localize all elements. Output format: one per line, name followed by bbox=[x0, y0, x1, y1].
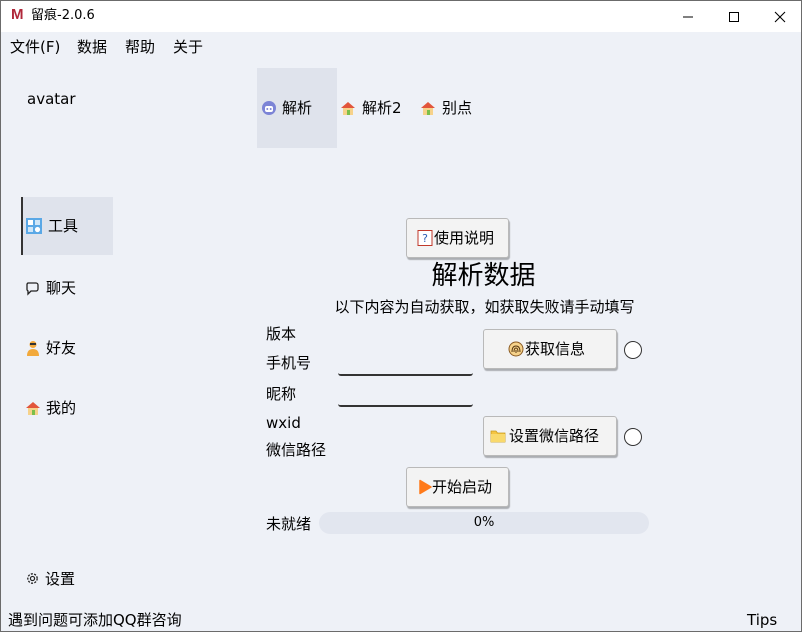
chat-icon bbox=[26, 282, 39, 296]
app-logo-icon: M bbox=[11, 6, 24, 23]
app-window: M 留痕-2.0.6 文件(F) 数据 帮助 关于 avatar 工具 聊天 好… bbox=[0, 0, 802, 632]
robot-icon bbox=[262, 101, 276, 115]
friend-icon bbox=[27, 341, 39, 356]
sidebar-item-label: 聊天 bbox=[46, 279, 77, 297]
sidebar-item-label: 我的 bbox=[46, 399, 77, 417]
get-info-label: 获取信息 bbox=[525, 340, 586, 358]
sidebar-item-tools[interactable]: 工具 bbox=[21, 197, 113, 255]
tab-label: 解析 bbox=[282, 99, 313, 117]
path-status-radio[interactable] bbox=[624, 428, 642, 446]
set-path-label: 设置微信路径 bbox=[509, 427, 600, 445]
tab-dont-click[interactable]: 别点 bbox=[419, 68, 479, 148]
sidebar-item-label: 好友 bbox=[46, 339, 77, 357]
menu-file[interactable]: 文件(F) bbox=[10, 37, 60, 57]
phone-field[interactable] bbox=[338, 356, 473, 376]
tab-parse2[interactable]: 解析2 bbox=[339, 68, 411, 148]
tab-parse[interactable]: 解析 bbox=[257, 68, 337, 148]
status-label: 未就绪 bbox=[266, 515, 312, 533]
help-button[interactable]: ? 使用说明 bbox=[406, 218, 509, 258]
info-status-radio[interactable] bbox=[624, 341, 642, 359]
folder-icon bbox=[490, 430, 506, 443]
menu-bar: 文件(F) 数据 帮助 关于 bbox=[1, 32, 801, 60]
footer-hint: 遇到问题可添加QQ群咨询 bbox=[8, 611, 182, 629]
sidebar-item-chat[interactable]: 聊天 bbox=[21, 259, 111, 317]
house-icon bbox=[421, 102, 435, 115]
page-title: 解析数据 bbox=[431, 261, 536, 291]
menu-about[interactable]: 关于 bbox=[173, 37, 203, 57]
minimize-icon bbox=[683, 16, 693, 18]
maximize-icon bbox=[729, 12, 739, 22]
progress-text: 0% bbox=[473, 515, 495, 530]
question-icon: ? bbox=[417, 230, 433, 246]
sidebar-item-label: 工具 bbox=[48, 217, 79, 235]
nickname-field[interactable] bbox=[338, 387, 473, 407]
wechat-path-label: 微信路径 bbox=[266, 441, 327, 459]
home-icon bbox=[26, 402, 40, 415]
start-button[interactable]: 开始启动 bbox=[406, 467, 509, 507]
tools-icon bbox=[26, 218, 42, 234]
wxid-label: wxid bbox=[266, 414, 301, 432]
progress-bar: 0% bbox=[319, 512, 649, 534]
house-icon bbox=[341, 102, 355, 115]
fingerprint-icon bbox=[508, 341, 524, 357]
set-wechat-path-button[interactable]: 设置微信路径 bbox=[483, 416, 617, 456]
play-icon bbox=[419, 479, 432, 495]
help-button-label: 使用说明 bbox=[434, 229, 495, 247]
page-subtitle: 以下内容为自动获取，如获取失败请手动填写 bbox=[334, 298, 635, 316]
menu-data[interactable]: 数据 bbox=[77, 37, 107, 57]
sidebar-item-mine[interactable]: 我的 bbox=[21, 379, 111, 437]
menu-help[interactable]: 帮助 bbox=[125, 37, 155, 57]
get-info-button[interactable]: 获取信息 bbox=[483, 329, 617, 369]
phone-label: 手机号 bbox=[266, 354, 312, 372]
avatar[interactable]: avatar bbox=[27, 89, 76, 109]
close-icon bbox=[774, 11, 786, 23]
start-label: 开始启动 bbox=[432, 478, 493, 496]
window-title: 留痕-2.0.6 bbox=[31, 8, 95, 23]
version-label: 版本 bbox=[266, 325, 297, 343]
maximize-button[interactable] bbox=[711, 1, 757, 32]
minimize-button[interactable] bbox=[665, 1, 711, 32]
nickname-label: 昵称 bbox=[266, 385, 297, 403]
title-bar[interactable]: M 留痕-2.0.6 bbox=[1, 1, 801, 32]
tab-label: 解析2 bbox=[362, 99, 402, 117]
tab-label: 别点 bbox=[442, 99, 473, 117]
sidebar-item-friends[interactable]: 好友 bbox=[21, 319, 111, 377]
settings-label: 设置 bbox=[45, 570, 76, 588]
svg-text:?: ? bbox=[422, 232, 428, 245]
gear-icon bbox=[27, 573, 38, 584]
close-button[interactable] bbox=[757, 1, 802, 32]
tips-link[interactable]: Tips bbox=[747, 610, 777, 630]
